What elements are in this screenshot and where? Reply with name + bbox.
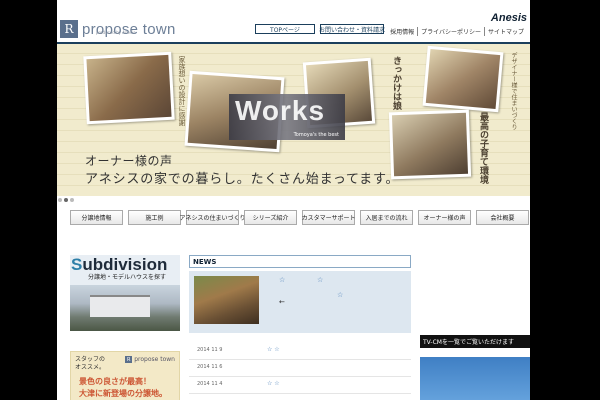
news-feature[interactable]: ☆ ☆ ☆ ← — [189, 271, 411, 333]
news-item[interactable]: 2014 11 4 ☆ ☆ — [189, 377, 411, 394]
recruit-link[interactable]: 採用情報 — [387, 27, 417, 36]
hero-vertical-text-3: デザイナー様で住まいづくり — [510, 52, 517, 130]
main-nav: 分譲地情報 施工例 アネシスの住まいづくり シリーズ紹介 カスタマーサポート 入… — [70, 210, 529, 225]
page: R propose town produced by Anesis TOPページ… — [57, 0, 530, 400]
news-list: 2014 11 9 ☆ ☆ 2014 11 6 2014 11 4 ☆ ☆ — [189, 343, 411, 394]
hero-vertical-text-4: 最高の子育て環境 — [478, 112, 488, 184]
news-date: 2014 11 9 — [197, 347, 223, 353]
nav-subdivision[interactable]: 分譲地情報 — [70, 210, 123, 225]
brand-logo[interactable]: Anesis — [491, 12, 527, 24]
nav-company[interactable]: 会社概要 — [476, 210, 529, 225]
hero-caption-text: アネシスの家での暮らし。たくさん始まってます。 — [85, 172, 400, 187]
news-link[interactable]: ☆ ☆ — [267, 380, 280, 387]
site-logo[interactable]: R propose town — [60, 18, 176, 40]
tvcm-column: TV-CMを一覧でご覧いただけます — [420, 335, 530, 400]
hero-photo-family-1 — [83, 51, 175, 125]
news-item[interactable]: 2014 11 9 ☆ ☆ — [189, 343, 411, 360]
news-heading: NEWS — [189, 255, 411, 268]
hero-photo-family-4 — [388, 109, 472, 180]
hero-vertical-text-1: 家族想いの設計に感謝 — [178, 56, 186, 126]
staff-label: スタッフの オススメ。 — [75, 356, 106, 372]
site-header: R propose town produced by Anesis TOPページ… — [57, 8, 530, 44]
staff-recommend-banner[interactable]: スタッフの オススメ。 Rpropose town 景色の良さが最高！ 大津に新登場… — [70, 351, 180, 400]
content-area: Subdivision 分譲地・モデルハウスを探す スタッフの オススメ。 Rpr… — [57, 240, 530, 400]
sitemap-link[interactable]: サイトマップ — [483, 27, 527, 36]
subdivision-caption: 分譲地・モデルハウスを探す — [88, 274, 167, 281]
arrow-left-icon: ← — [279, 298, 285, 306]
hero-slider[interactable]: 家族想いの設計に感謝 きっかけは娘 デザイナー様で住まいづくり 最高の子育て環境… — [57, 44, 530, 196]
star-icon: ☆ — [317, 276, 324, 284]
slider-dot-2[interactable] — [64, 198, 68, 202]
left-column: Subdivision 分譲地・モデルハウスを探す スタッフの オススメ。 Rpr… — [70, 255, 180, 400]
works-title: Works — [235, 95, 326, 126]
logo-mark: R — [60, 20, 78, 38]
hero-vertical-text-2: きっかけは娘 — [391, 56, 401, 110]
top-page-button[interactable]: TOPページ — [255, 24, 315, 34]
staff-logo: Rpropose town — [125, 356, 175, 363]
nav-housebuilding[interactable]: アネシスの住まいづくり — [180, 210, 246, 225]
nav-flow[interactable]: 入居までの流れ — [360, 210, 413, 225]
hero-photo-family-3 — [422, 45, 504, 113]
logo-subtext: produced by Anesis — [96, 30, 136, 35]
top-links: 採用情報 プライバシーポリシー サイトマップ — [387, 27, 527, 36]
hero-caption-title: オーナー様の声 — [85, 154, 173, 168]
news-link[interactable]: ☆ ☆ — [267, 346, 280, 353]
news-item[interactable]: 2014 11 6 — [189, 360, 411, 377]
news-date: 2014 11 6 — [197, 364, 223, 370]
nav-owner-voice[interactable]: オーナー様の声 — [418, 210, 471, 225]
news-date: 2014 11 4 — [197, 381, 223, 387]
news-column: NEWS ☆ ☆ ☆ ← 2014 11 9 ☆ ☆ 2014 11 6 201… — [189, 255, 411, 394]
tvcm-link[interactable]: TV-CMを一覧でご覧いただけます — [420, 335, 530, 348]
star-icon: ☆ — [279, 276, 286, 284]
slider-dots — [58, 198, 74, 202]
tvcm-image[interactable] — [420, 357, 530, 400]
subdivision-house-image — [90, 295, 150, 317]
nav-support[interactable]: カスタマーサポート — [302, 210, 355, 225]
works-overlay[interactable]: Works Tomoya's the best — [229, 94, 345, 140]
slider-dot-1[interactable] — [58, 198, 62, 202]
slider-dot-3[interactable] — [70, 198, 74, 202]
news-feature-photo — [194, 276, 259, 324]
nav-works[interactable]: 施工例 — [128, 210, 181, 225]
star-icon: ☆ — [337, 291, 344, 299]
works-subtitle: Tomoya's the best — [293, 132, 339, 138]
privacy-link[interactable]: プライバシーポリシー — [417, 27, 484, 36]
contact-button[interactable]: お問い合わせ・資料請求 — [319, 24, 385, 34]
staff-text: 景色の良さが最高！ 大津に新登場の分譲地。 — [79, 377, 167, 398]
nav-series[interactable]: シリーズ紹介 — [244, 210, 297, 225]
subdivision-banner[interactable]: Subdivision 分譲地・モデルハウスを探す — [70, 255, 180, 331]
